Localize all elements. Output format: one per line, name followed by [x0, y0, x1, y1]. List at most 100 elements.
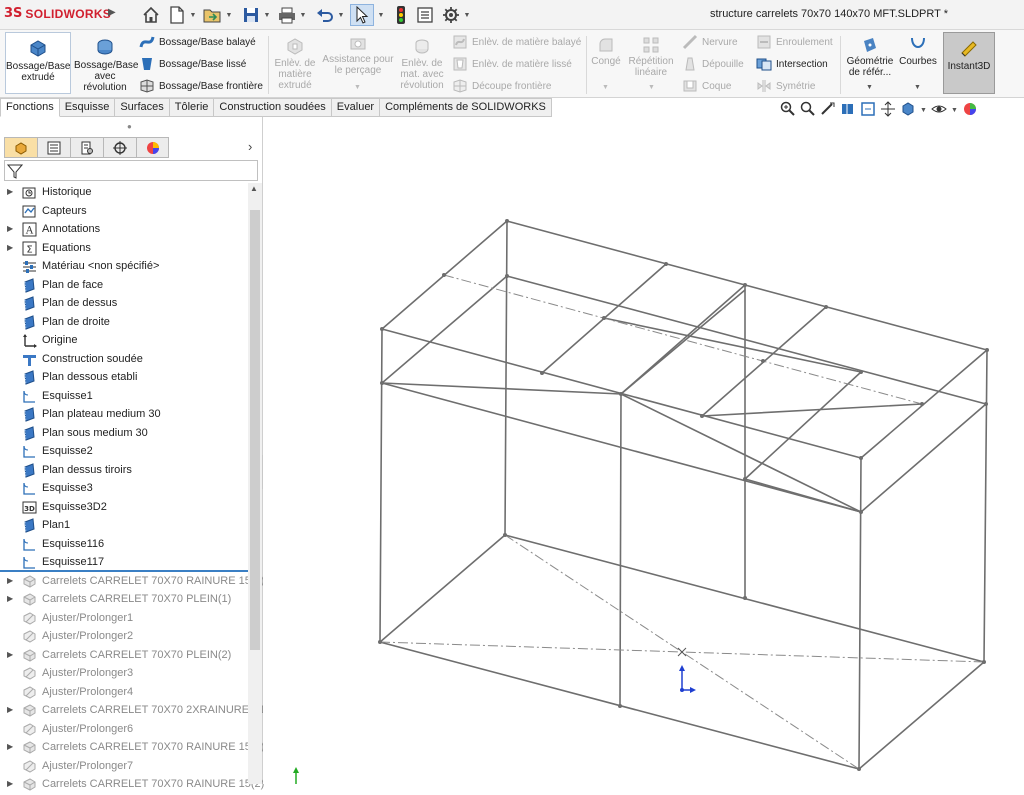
chevron-down-icon[interactable]: ▼: [376, 4, 386, 26]
tree-item[interactable]: Plan dessous etabli: [0, 368, 248, 387]
display-manager-tab[interactable]: [136, 137, 169, 158]
tree-item[interactable]: ▶ Σ Equations: [0, 239, 248, 258]
tab-tolerie[interactable]: Tôlerie: [169, 98, 215, 117]
new-document-icon[interactable]: [166, 4, 188, 26]
panel-grip-icon[interactable]: ●: [127, 122, 132, 131]
menu-expand-icon[interactable]: ▶: [108, 7, 116, 18]
tab-fonctions[interactable]: Fonctions: [0, 98, 60, 117]
expand-arrow-icon[interactable]: ▶: [7, 650, 13, 659]
expand-arrow-icon[interactable]: ▶: [7, 594, 13, 603]
swept-cut-button[interactable]: Enlèv. de matière balayé: [452, 34, 581, 50]
feature-filter-field[interactable]: [4, 160, 258, 181]
tree-item[interactable]: Ajuster/Prolonger3: [0, 664, 248, 683]
tree-item[interactable]: ▶ Carrelets CARRELET 70X70 PLEIN(1): [0, 590, 248, 609]
save-icon[interactable]: [240, 4, 262, 26]
tab-surfaces[interactable]: Surfaces: [115, 98, 170, 117]
tab-complements[interactable]: Compléments de SOLIDWORKS: [380, 98, 552, 117]
tree-scroll-thumb[interactable]: [250, 210, 260, 650]
tree-item[interactable]: Capteurs: [0, 202, 248, 221]
chevron-down-icon[interactable]: ▼: [262, 4, 272, 26]
select-icon[interactable]: [350, 4, 374, 26]
tree-item[interactable]: Esquisse2: [0, 442, 248, 461]
tree-item[interactable]: Plan sous medium 30: [0, 424, 248, 443]
boundary-boss-button[interactable]: Bossage/Base frontière: [139, 78, 263, 94]
expand-arrow-icon[interactable]: ▶: [7, 243, 13, 252]
chevron-down-icon[interactable]: ▼: [602, 84, 609, 91]
loft-boss-button[interactable]: Bossage/Base lissé: [139, 56, 246, 72]
tree-item[interactable]: Ajuster/Prolonger6: [0, 720, 248, 739]
tree-item[interactable]: ▶ Historique: [0, 183, 248, 202]
tab-esquisse[interactable]: Esquisse: [59, 98, 116, 117]
tree-item[interactable]: 3D Esquisse3D2: [0, 498, 248, 517]
revolve-boss-button[interactable]: Bossage/Base avec révolution: [74, 36, 139, 94]
tree-item[interactable]: ▶ Carrelets CARRELET 70X70 PLEIN(2): [0, 646, 248, 665]
revolve-cut-button[interactable]: Enlèv. de mat. avec révolution: [398, 36, 446, 94]
chevron-down-icon[interactable]: ▼: [920, 107, 927, 114]
chevron-down-icon[interactable]: ▼: [354, 84, 361, 91]
tree-item[interactable]: Construction soudée: [0, 350, 248, 369]
intersect-button[interactable]: Intersection: [756, 56, 828, 72]
tree-item[interactable]: Origine: [0, 331, 248, 350]
chevron-down-icon[interactable]: ▼: [462, 4, 472, 26]
mirror-button[interactable]: Symétrie: [756, 78, 815, 94]
tree-item[interactable]: Plan1: [0, 516, 248, 535]
open-icon[interactable]: [202, 4, 224, 26]
chevron-down-icon[interactable]: ▼: [914, 84, 921, 91]
file-properties-icon[interactable]: [414, 4, 436, 26]
rebuild-icon[interactable]: [390, 4, 412, 26]
tree-item[interactable]: Esquisse3: [0, 479, 248, 498]
graphics-area[interactable]: [263, 117, 1024, 784]
draft-button[interactable]: Dépouille: [682, 56, 744, 72]
chevron-down-icon[interactable]: ▼: [336, 4, 346, 26]
chevron-down-icon[interactable]: ▼: [648, 84, 655, 91]
solidworks-logo[interactable]: 3S SOLIDWORKS: [4, 6, 111, 21]
tree-item[interactable]: Matériau <non spécifié>: [0, 257, 248, 276]
tree-item[interactable]: Ajuster/Prolonger4: [0, 683, 248, 702]
expand-arrow-icon[interactable]: ▶: [7, 224, 13, 233]
scroll-up-icon[interactable]: ▲: [250, 184, 258, 193]
tab-construction-soudees[interactable]: Construction soudées: [214, 98, 332, 117]
shell-button[interactable]: Coque: [682, 78, 731, 94]
expand-arrow-icon[interactable]: ▶: [7, 576, 13, 585]
tree-item[interactable]: Esquisse117: [0, 553, 248, 572]
tree-item[interactable]: Plan dessus tiroirs: [0, 461, 248, 480]
extrude-cut-button[interactable]: Enlèv. de matière extrudé: [272, 36, 318, 94]
tree-item[interactable]: ▶ Carrelets CARRELET 70X70 RAINURE 15(1): [0, 738, 264, 757]
expand-arrow-icon[interactable]: ▶: [7, 742, 13, 751]
print-icon[interactable]: [276, 4, 298, 26]
chevron-right-icon[interactable]: ›: [248, 139, 252, 154]
tree-item[interactable]: Esquisse116: [0, 535, 248, 554]
rollback-bar[interactable]: [0, 570, 248, 572]
tree-item[interactable]: Plan de droite: [0, 313, 248, 332]
loft-cut-button[interactable]: Enlèv. de matière lissé: [452, 56, 572, 72]
tree-item[interactable]: Esquisse1: [0, 387, 248, 406]
tab-evaluer[interactable]: Evaluer: [331, 98, 381, 117]
expand-arrow-icon[interactable]: ▶: [7, 187, 13, 196]
chevron-down-icon[interactable]: ▼: [224, 4, 234, 26]
tree-item[interactable]: Plan plateau medium 30: [0, 405, 248, 424]
tree-item[interactable]: Ajuster/Prolonger2: [0, 627, 248, 646]
tree-item[interactable]: Ajuster/Prolonger7: [0, 757, 248, 776]
tree-item[interactable]: ▶ A Annotations: [0, 220, 248, 239]
tree-item[interactable]: Plan de face: [0, 276, 248, 295]
tree-item[interactable]: Plan de dessus: [0, 294, 248, 313]
boundary-cut-button[interactable]: Découpe frontière: [452, 78, 552, 94]
property-manager-tab[interactable]: [37, 137, 70, 158]
swept-boss-button[interactable]: Bossage/Base balayé: [139, 34, 256, 50]
dimxpert-manager-tab[interactable]: [103, 137, 136, 158]
chevron-down-icon[interactable]: ▼: [866, 84, 873, 91]
rib-button[interactable]: Nervure: [682, 34, 738, 50]
configuration-manager-tab[interactable]: [70, 137, 103, 158]
feature-manager-tab[interactable]: [4, 137, 37, 158]
tree-item[interactable]: ▶ Carrelets CARRELET 70X70 RAINURE 15(2): [0, 775, 264, 794]
expand-arrow-icon[interactable]: ▶: [7, 705, 13, 714]
home-icon[interactable]: [140, 4, 162, 26]
undo-icon[interactable]: [314, 4, 336, 26]
instant3d-button[interactable]: Instant3D: [943, 32, 995, 94]
extrude-boss-button[interactable]: Bossage/Base extrudé: [5, 32, 71, 94]
tree-item[interactable]: ▶ Carrelets CARRELET 70X70 RAINURE 15(1): [0, 572, 264, 591]
chevron-down-icon[interactable]: ▼: [951, 107, 958, 114]
chevron-down-icon[interactable]: ▼: [298, 4, 308, 26]
tree-item[interactable]: Ajuster/Prolonger1: [0, 609, 248, 628]
tree-item[interactable]: ▶ Carrelets CARRELET 70X70 2XRAINURES 15(…: [0, 701, 285, 720]
